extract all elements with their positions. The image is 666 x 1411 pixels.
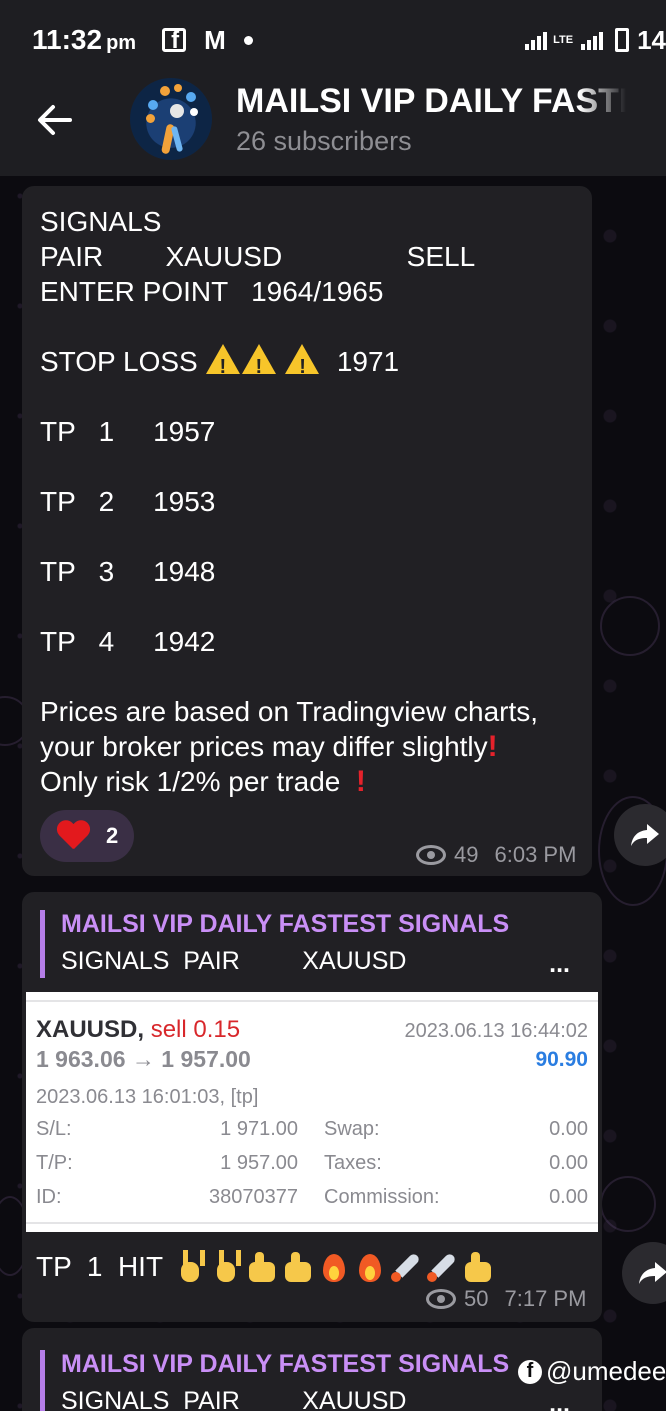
- trade-close-time: 2023.06.13 16:44:02: [404, 1020, 588, 1042]
- message-bubble[interactable]: MAILSI VIP DAILY FASTEST SIGNALS SIGNALS…: [22, 1328, 602, 1411]
- trade-side: sell 0.15: [150, 1016, 241, 1043]
- reply-text: SIGNALS PAIR XAUUSD: [61, 947, 407, 975]
- tp-line: TP 2 1953: [40, 486, 216, 517]
- trade-detail-row: ID: 38070377 Commission: 0.00: [36, 1186, 588, 1208]
- disclaimer-line: your broker prices may differ slightly!: [40, 730, 498, 763]
- facebook-icon: [162, 27, 187, 55]
- reply-quote[interactable]: MAILSI VIP DAILY FASTEST SIGNALS SIGNALS…: [40, 1350, 580, 1411]
- message-meta: 49 6:03 PM: [416, 842, 576, 868]
- facebook-icon: f: [518, 1359, 542, 1384]
- eye-icon: [426, 1289, 456, 1309]
- reply-ellipsis: ...: [549, 1390, 570, 1411]
- tp-line: TP 4 1942: [40, 626, 216, 657]
- signal-line: SIGNALS: [40, 206, 162, 237]
- tp-line: TP 3 1948: [40, 556, 216, 587]
- warning-icon: [205, 344, 240, 385]
- tp-line: TP 1 1957: [40, 416, 216, 447]
- thumbs-up-icon: [281, 1250, 315, 1284]
- trade-profit: 90.90: [535, 1048, 588, 1071]
- reaction-count: 2: [106, 823, 119, 848]
- status-time: 11:32 pm: [32, 24, 137, 55]
- message-bubble[interactable]: MAILSI VIP DAILY FASTEST SIGNALS SIGNALS…: [22, 892, 602, 1322]
- trade-screenshot[interactable]: XAUUSD, sell 0.15 2023.06.13 16:44:02 1 …: [26, 992, 598, 1232]
- view-count: 50: [464, 1286, 489, 1311]
- wifi-signal-icon: [525, 30, 548, 50]
- fire-icon: [317, 1250, 351, 1284]
- share-icon: [639, 1262, 666, 1284]
- disclaimer-line: Only risk 1/2% per trade !: [40, 765, 366, 798]
- victory-hand-icon: [173, 1250, 207, 1284]
- cell-signal-icon: [581, 30, 604, 50]
- message-caption: TP 1 HIT: [36, 1250, 495, 1284]
- view-count: 49: [454, 842, 479, 867]
- message-bubble[interactable]: SIGNALS PAIR XAUUSD SELL ENTER POINT 196…: [22, 186, 592, 876]
- reply-quote[interactable]: MAILSI VIP DAILY FASTEST SIGNALS SIGNALS…: [40, 910, 580, 978]
- disclaimer-line: Prices are based on Tradingview charts,: [40, 696, 539, 727]
- message-time: 6:03 PM: [494, 842, 577, 867]
- message-meta: 50 7:17 PM: [426, 1286, 586, 1312]
- reply-text: SIGNALS PAIR XAUUSD: [61, 1387, 407, 1411]
- signal-line: PAIR XAUUSD SELL: [40, 241, 476, 272]
- eye-icon: [416, 845, 446, 865]
- rocket-icon: [389, 1250, 423, 1284]
- share-icon: [631, 824, 659, 846]
- trade-price-range: 1 963.06 → 1 957.00: [36, 1046, 251, 1072]
- channel-title[interactable]: MAILSI VIP DAILY FASTEST SIGNALS: [236, 82, 626, 121]
- battery-level: 14: [637, 24, 666, 55]
- trade-detail-row: S/L: 1 971.00 Swap: 0.00: [36, 1118, 588, 1140]
- message-time: 7:17 PM: [504, 1286, 587, 1311]
- reply-ellipsis: ...: [549, 950, 570, 978]
- victory-hand-icon: [209, 1250, 243, 1284]
- stop-loss-line: STOP LOSS 1971: [40, 344, 538, 385]
- notification-dot-icon: [243, 35, 253, 45]
- trade-detail-row: T/P: 1 957.00 Taxes: 0.00: [36, 1152, 588, 1174]
- exclamation-icon: !: [355, 765, 366, 798]
- exclamation-icon: !: [487, 730, 498, 763]
- message-text: SIGNALS PAIR XAUUSD SELL ENTER POINT 196…: [40, 204, 538, 799]
- heart-icon: [56, 821, 90, 851]
- reply-title: MAILSI VIP DAILY FASTEST SIGNALS: [61, 910, 510, 938]
- reply-title: MAILSI VIP DAILY FASTEST SIGNALS: [61, 1350, 510, 1378]
- watermark: f @umedee: [518, 1356, 666, 1387]
- network-type: LTE: [553, 34, 574, 46]
- warning-icon: [285, 344, 320, 385]
- rocket-icon: [425, 1250, 459, 1284]
- fire-icon: [353, 1250, 387, 1284]
- back-arrow-icon[interactable]: [36, 102, 72, 138]
- thumbs-up-icon: [461, 1250, 495, 1284]
- mail-icon: M: [204, 24, 226, 55]
- subscriber-count: 26 subscribers: [236, 126, 412, 156]
- battery-icon: [615, 28, 630, 52]
- emoji-row: [173, 1250, 495, 1284]
- signal-line: ENTER POINT 1964/1965: [40, 276, 384, 307]
- trade-symbol: XAUUSD, sell 0.15: [36, 1016, 241, 1043]
- channel-header: MAILSI VIP DAILY FASTEST SIGNALS 26 subs…: [0, 62, 666, 176]
- trade-open-time: 2023.06.13 16:01:03, [tp]: [36, 1086, 259, 1108]
- heart-reaction[interactable]: 2: [40, 810, 134, 862]
- warning-icon: [241, 344, 276, 385]
- channel-avatar[interactable]: [130, 78, 212, 160]
- thumbs-up-icon: [245, 1250, 279, 1284]
